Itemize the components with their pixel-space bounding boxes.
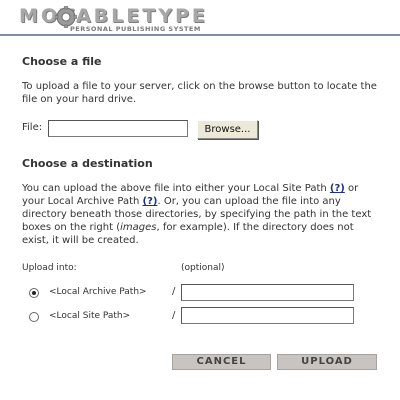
local-archive-path-radio[interactable]	[29, 288, 39, 298]
path-separator: /	[172, 286, 176, 297]
choose-destination-title: Choose a destination	[22, 157, 153, 170]
local-archive-path-label: <Local Archive Path>	[49, 287, 147, 297]
cancel-button[interactable]: CANCEL	[172, 354, 271, 370]
site-subpath-input[interactable]	[181, 307, 354, 324]
choose-file-title: Choose a file	[22, 55, 102, 68]
header: MOVABLETYPE PERSONAL PUBLISHING SYSTEM	[0, 0, 400, 36]
upload-button[interactable]: UPLOAD	[277, 354, 377, 370]
local-site-path-radio[interactable]	[29, 312, 39, 322]
upload-into-label: Upload into:	[22, 263, 77, 273]
local-site-path-help-link[interactable]: (?)	[330, 183, 345, 194]
logo-tagline: PERSONAL PUBLISHING SYSTEM	[70, 25, 201, 33]
description-text: You can upload the above file into eithe…	[22, 183, 330, 194]
description-example: images	[120, 222, 157, 233]
local-archive-path-help-link[interactable]: (?)	[143, 196, 158, 207]
upload-form: Choose a file To upload a file to your s…	[0, 36, 400, 400]
choose-file-intro: To upload a file to your server, click o…	[22, 81, 377, 105]
optional-label: (optional)	[181, 263, 225, 273]
local-site-path-label: <Local Site Path>	[49, 311, 131, 321]
movabletype-logo: MOVABLETYPE PERSONAL PUBLISHING SYSTEM	[19, 5, 205, 33]
path-separator: /	[172, 310, 176, 321]
browse-button[interactable]: Browse...	[197, 120, 258, 139]
logo-wordmark: MOVABLETYPE	[19, 5, 208, 27]
file-path-input[interactable]	[48, 120, 188, 137]
archive-subpath-input[interactable]	[181, 284, 354, 301]
file-label: File:	[22, 122, 43, 133]
choose-destination-description: You can upload the above file into eithe…	[22, 182, 382, 247]
